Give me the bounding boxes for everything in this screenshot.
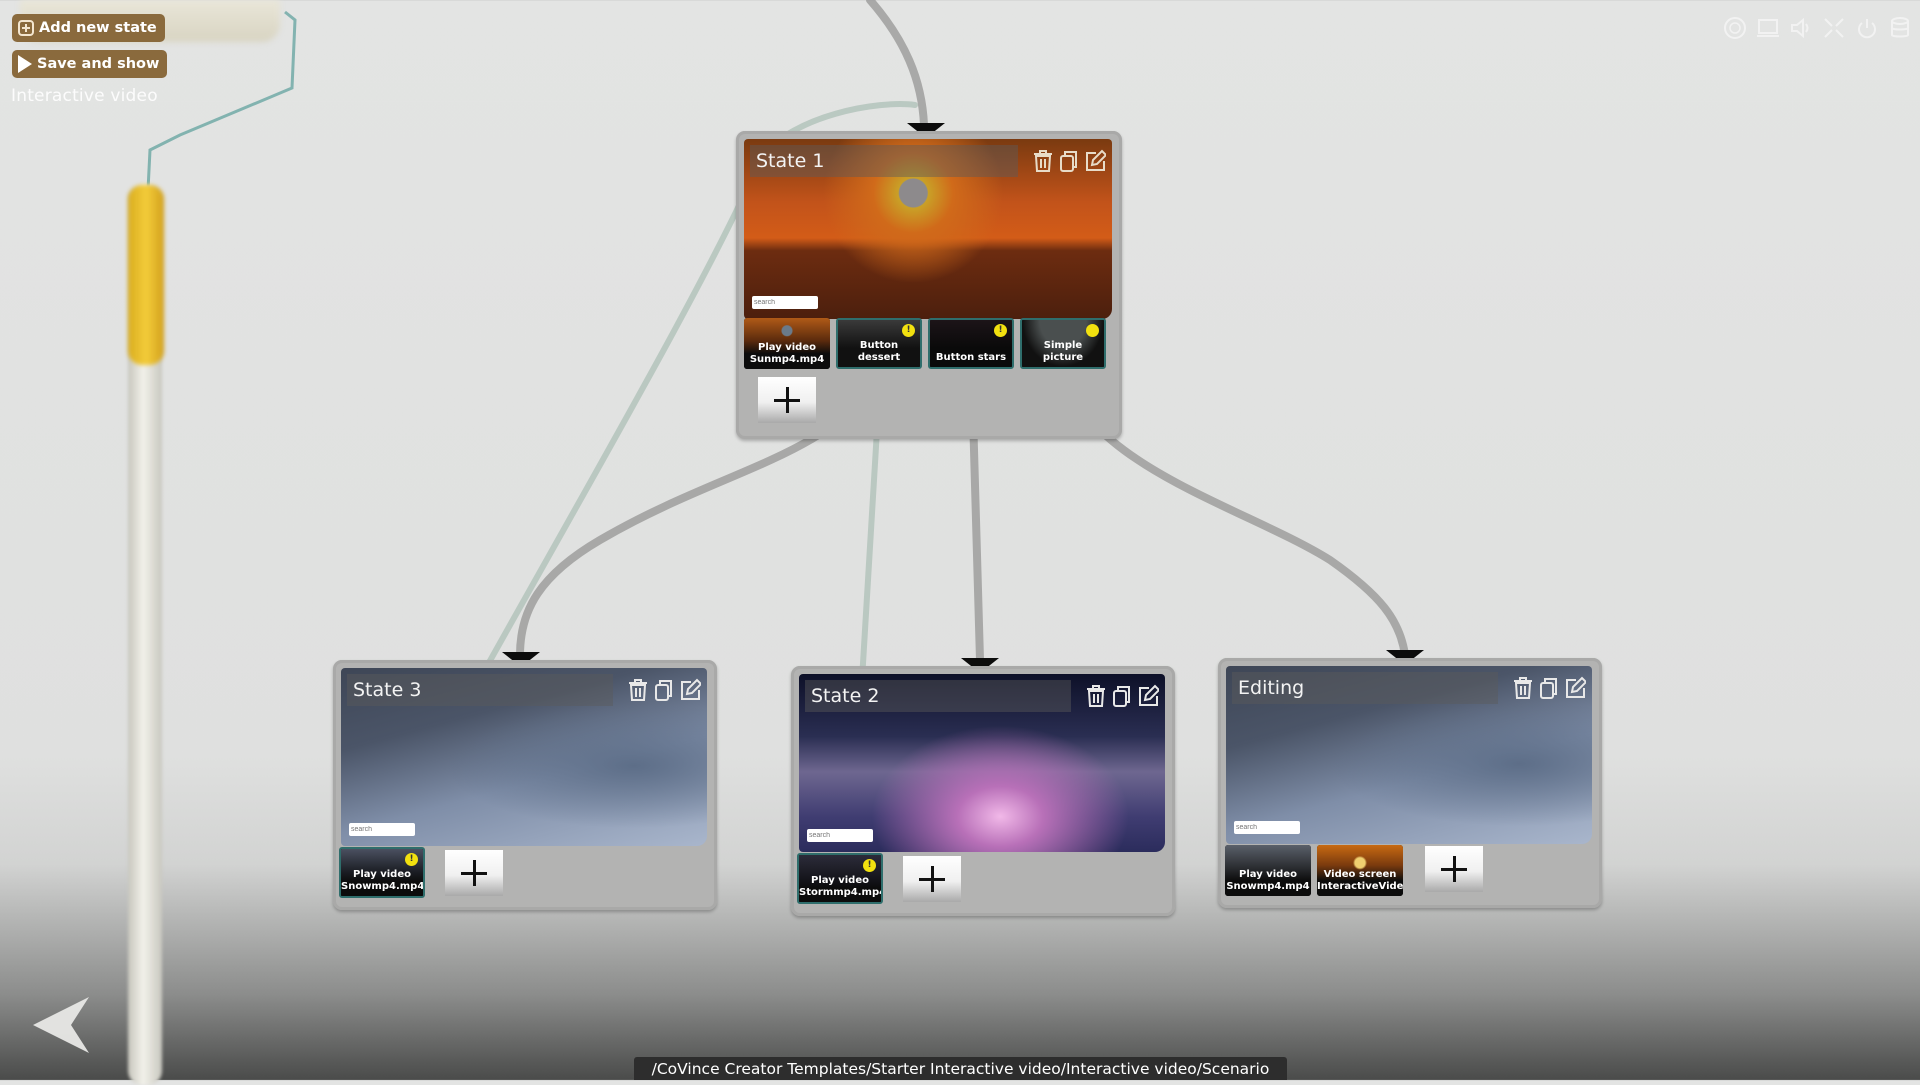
editing-search-input[interactable] — [1234, 821, 1300, 834]
warning-icon: ! — [994, 324, 1007, 337]
delete-icon[interactable] — [627, 678, 649, 702]
state2-preview: State 2 — [799, 674, 1165, 852]
delete-icon[interactable] — [1085, 684, 1107, 708]
editing-add-component-button[interactable] — [1425, 846, 1483, 892]
state2-add-component-button[interactable] — [903, 856, 961, 902]
edit-icon[interactable] — [1564, 676, 1588, 700]
state3-preview: State 3 — [341, 668, 707, 846]
state1-preview: State 1 — [744, 139, 1112, 319]
state-card-state1[interactable]: State 1 Play videoSunmp4.mp4 ! Buttondes… — [736, 131, 1122, 439]
duplicate-icon[interactable] — [1538, 676, 1560, 700]
edit-icon[interactable] — [1137, 684, 1161, 708]
state1-component-button-stars[interactable]: ! Button stars — [928, 318, 1014, 369]
edit-icon[interactable] — [679, 678, 703, 702]
warning-icon: ! — [405, 853, 418, 866]
duplicate-icon[interactable] — [1111, 684, 1133, 708]
state-card-state3[interactable]: State 3 ! Play videoSnowmp4.mp4 — [333, 660, 717, 910]
state-card-state2[interactable]: State 2 ! Play videoStormmp4.mp4 — [791, 666, 1175, 916]
warning-icon: ! — [902, 324, 915, 337]
state2-component-play-video[interactable]: ! Play video Stormmp4.mp4 — [797, 853, 883, 904]
warning-icon: ! — [863, 859, 876, 872]
state-card-editing[interactable]: Editing Play videoSnowmp4.mp4 Video scre… — [1218, 658, 1602, 908]
delete-icon[interactable] — [1512, 676, 1534, 700]
state1-component-simple-picture[interactable]: Simple picture — [1020, 318, 1106, 369]
delete-icon[interactable] — [1032, 149, 1054, 173]
state1-search-input[interactable] — [752, 296, 818, 309]
state2-search-input[interactable] — [807, 829, 873, 842]
editing-preview: Editing — [1226, 666, 1592, 844]
state2-title[interactable]: State 2 — [805, 680, 1071, 712]
editing-component-video-screen[interactable]: Video screenInteractiveVide... — [1317, 845, 1403, 896]
state3-component-play-video[interactable]: ! Play video Snowmp4.mp4 — [339, 847, 425, 898]
duplicate-icon[interactable] — [1058, 149, 1080, 173]
editing-component-play-video[interactable]: Play video Snowmp4.mp4 — [1225, 845, 1311, 896]
state3-title[interactable]: State 3 — [347, 674, 613, 706]
state1-component-play-video[interactable]: Play video Sunmp4.mp4 — [744, 318, 830, 369]
state1-component-button-dessert[interactable]: ! Button dessert — [836, 318, 922, 369]
back-arrow-icon[interactable] — [33, 995, 93, 1055]
duplicate-icon[interactable] — [653, 678, 675, 702]
breadcrumb-path: /CoVince Creator Templates/Starter Inter… — [634, 1057, 1287, 1080]
state1-add-component-button[interactable] — [758, 377, 816, 423]
editing-title[interactable]: Editing — [1232, 672, 1498, 704]
state1-title[interactable]: State 1 — [750, 145, 1018, 177]
warning-icon — [1086, 324, 1099, 337]
state3-add-component-button[interactable] — [445, 850, 503, 896]
state3-search-input[interactable] — [349, 823, 415, 836]
edit-icon[interactable] — [1084, 149, 1108, 173]
